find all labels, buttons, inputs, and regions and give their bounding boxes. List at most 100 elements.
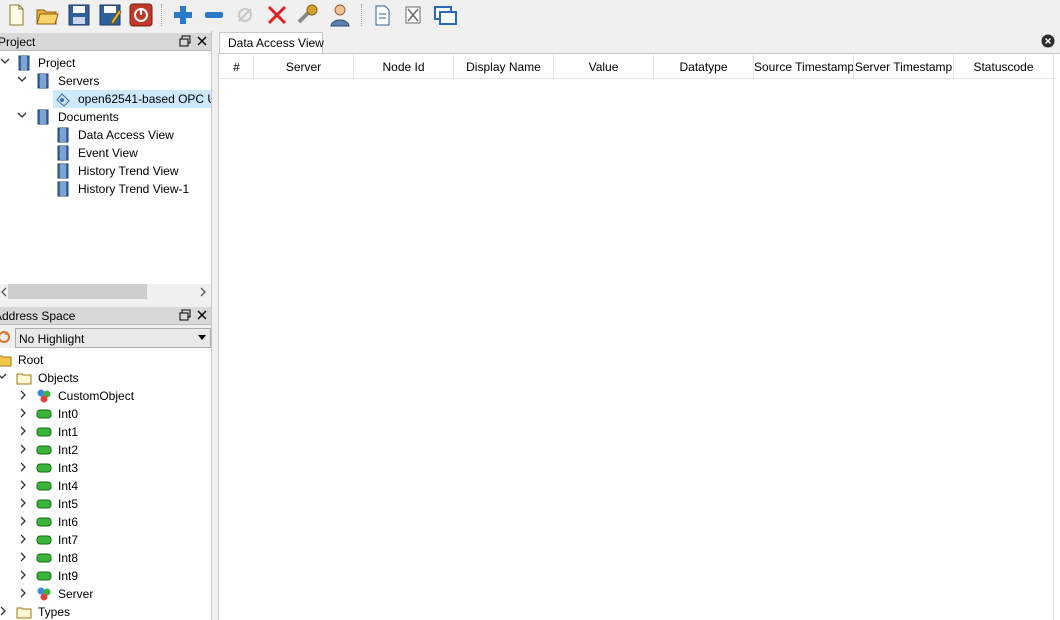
dock-splitter[interactable] bbox=[211, 31, 218, 620]
chevron-down-icon[interactable] bbox=[17, 73, 29, 87]
tree-label: Int1 bbox=[58, 425, 79, 439]
chevron-right-icon[interactable] bbox=[18, 568, 30, 582]
column-header-statuscode[interactable]: Statuscode bbox=[954, 55, 1054, 79]
tree-item-server-connection[interactable]: open62541-based OPC UA bbox=[53, 90, 211, 108]
clear-icon[interactable] bbox=[400, 2, 426, 28]
chevron-right-icon[interactable] bbox=[18, 586, 30, 600]
tree-item-int7[interactable]: Int7 bbox=[0, 531, 211, 549]
chevron-right-icon[interactable] bbox=[18, 496, 30, 510]
variable-tag-icon bbox=[36, 406, 52, 422]
remove-icon[interactable] bbox=[201, 2, 227, 28]
column-header-datatype[interactable]: Datatype bbox=[654, 55, 754, 79]
report-icon[interactable] bbox=[369, 2, 395, 28]
refresh-icon[interactable] bbox=[0, 330, 11, 344]
book-icon bbox=[35, 73, 51, 89]
tree-item-int0[interactable]: Int0 bbox=[0, 405, 211, 423]
chevron-right-icon[interactable] bbox=[18, 514, 30, 528]
tree-label: Int4 bbox=[58, 479, 79, 493]
delete-icon[interactable] bbox=[264, 2, 290, 28]
variable-tag-icon bbox=[36, 514, 52, 530]
tree-label: CustomObject bbox=[58, 389, 135, 403]
chevron-down-icon[interactable] bbox=[17, 109, 29, 123]
tree-item-project[interactable]: Project bbox=[0, 54, 211, 72]
tree-item-types[interactable]: Types bbox=[0, 603, 211, 620]
tree-item-int9[interactable]: Int9 bbox=[0, 567, 211, 585]
tree-label: History Trend View bbox=[78, 164, 179, 178]
server-connection-icon bbox=[55, 91, 71, 107]
float-icon[interactable] bbox=[178, 34, 192, 48]
close-icon[interactable] bbox=[195, 34, 209, 48]
highlight-select[interactable]: No Highlight bbox=[15, 328, 211, 348]
tree-item-server[interactable]: Server bbox=[0, 585, 211, 603]
chevron-down-icon[interactable] bbox=[0, 55, 12, 69]
window-icon[interactable] bbox=[432, 2, 458, 28]
column-header-index[interactable]: # bbox=[220, 55, 254, 79]
chevron-right-icon[interactable] bbox=[18, 532, 30, 546]
object-icon bbox=[36, 388, 52, 404]
save-icon[interactable] bbox=[66, 2, 92, 28]
variable-tag-icon bbox=[36, 442, 52, 458]
tab-data-access-view[interactable]: Data Access View bbox=[219, 32, 324, 53]
chevron-down-icon[interactable] bbox=[0, 370, 9, 384]
tree-label: Int5 bbox=[58, 497, 79, 511]
add-icon[interactable] bbox=[170, 2, 196, 28]
chevron-right-icon[interactable] bbox=[18, 550, 30, 564]
toolbar-separator bbox=[361, 4, 362, 26]
tree-item-root[interactable]: Root bbox=[0, 351, 211, 369]
tree-item-servers[interactable]: Servers bbox=[0, 72, 211, 90]
column-header-source-timestamp[interactable]: Source Timestamp bbox=[754, 55, 854, 79]
chevron-left-icon[interactable] bbox=[0, 287, 8, 297]
open-folder-icon[interactable] bbox=[34, 2, 60, 28]
book-icon bbox=[16, 55, 32, 71]
chevron-right-icon[interactable] bbox=[18, 442, 30, 456]
tree-item-int4[interactable]: Int4 bbox=[0, 477, 211, 495]
tree-label: Servers bbox=[58, 74, 100, 88]
tree-item-int3[interactable]: Int3 bbox=[0, 459, 211, 477]
save-as-icon[interactable] bbox=[97, 2, 123, 28]
data-access-view: # Server Node Id Display Name Value Data… bbox=[218, 53, 1060, 620]
tree-item-int8[interactable]: Int8 bbox=[0, 549, 211, 567]
chevron-right-icon[interactable] bbox=[0, 604, 10, 618]
tree-item-history-trend-view[interactable]: History Trend View bbox=[0, 162, 211, 180]
tree-label: Server bbox=[58, 587, 94, 601]
chevron-right-icon[interactable] bbox=[18, 406, 30, 420]
tree-item-int2[interactable]: Int2 bbox=[0, 441, 211, 459]
tree-item-history-trend-view-1[interactable]: History Trend View-1 bbox=[0, 180, 211, 198]
column-header-server[interactable]: Server bbox=[254, 55, 354, 79]
chevron-down-icon[interactable] bbox=[198, 335, 206, 340]
tree-item-int5[interactable]: Int5 bbox=[0, 495, 211, 513]
chevron-right-icon[interactable] bbox=[18, 478, 30, 492]
float-icon[interactable] bbox=[178, 308, 192, 322]
exit-icon[interactable] bbox=[128, 2, 154, 28]
column-header-value[interactable]: Value bbox=[554, 55, 654, 79]
chevron-right-icon[interactable] bbox=[199, 287, 207, 297]
tree-item-documents[interactable]: Documents bbox=[0, 108, 211, 126]
object-icon bbox=[36, 586, 52, 602]
user-icon[interactable] bbox=[327, 2, 353, 28]
close-tab-icon[interactable] bbox=[1041, 34, 1055, 48]
column-header-display-name[interactable]: Display Name bbox=[454, 55, 554, 79]
tree-label: Types bbox=[38, 605, 71, 619]
folder-icon bbox=[16, 370, 32, 386]
tree-item-int6[interactable]: Int6 bbox=[0, 513, 211, 531]
tree-item-event-view[interactable]: Event View bbox=[0, 144, 211, 162]
close-icon[interactable] bbox=[195, 308, 209, 322]
chevron-right-icon[interactable] bbox=[18, 424, 30, 438]
new-document-icon[interactable] bbox=[3, 2, 29, 28]
column-header-node-id[interactable]: Node Id bbox=[354, 55, 454, 79]
chevron-right-icon[interactable] bbox=[18, 460, 30, 474]
tree-item-data-access-view[interactable]: Data Access View bbox=[0, 126, 211, 144]
horizontal-scrollbar[interactable] bbox=[0, 284, 211, 300]
tree-label: Event View bbox=[78, 146, 138, 160]
tree-label: Int3 bbox=[58, 461, 79, 475]
settings-icon[interactable] bbox=[295, 2, 321, 28]
column-header-server-timestamp[interactable]: Server Timestamp bbox=[854, 55, 954, 79]
book-icon bbox=[35, 109, 51, 125]
tree-item-int1[interactable]: Int1 bbox=[0, 423, 211, 441]
tree-item-customobject[interactable]: CustomObject bbox=[0, 387, 211, 405]
scrollbar-thumb[interactable] bbox=[8, 284, 147, 299]
chevron-right-icon[interactable] bbox=[18, 388, 30, 402]
tree-label: Int9 bbox=[58, 569, 79, 583]
tree-item-objects[interactable]: Objects bbox=[0, 369, 211, 387]
tree-label: Int8 bbox=[58, 551, 79, 565]
